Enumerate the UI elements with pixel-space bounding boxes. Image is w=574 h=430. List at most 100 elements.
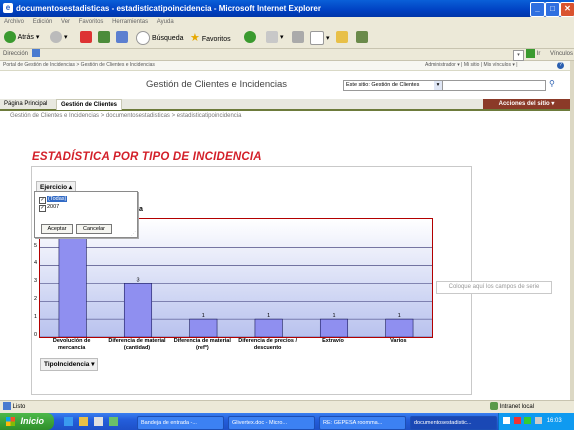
tab-gestion-clientes[interactable]: Gestión de Clientes: [56, 99, 123, 110]
minimize-button[interactable]: _: [530, 2, 545, 17]
bar-data-label: 1: [398, 313, 401, 319]
home-button[interactable]: [116, 31, 128, 45]
go-button[interactable]: Ir: [526, 49, 540, 60]
portal-breadcrumb-text[interactable]: Portal de Gestión de Incidencias > Gesti…: [3, 62, 155, 68]
cancel-button[interactable]: Cancelar: [76, 224, 112, 234]
vertical-scrollbar[interactable]: [570, 61, 574, 400]
go-arrow-icon: [526, 49, 535, 58]
bar[interactable]: [385, 318, 414, 337]
option-2007-label[interactable]: 2007: [47, 204, 59, 210]
bar[interactable]: [123, 283, 153, 337]
app-quicklaunch-icon[interactable]: [108, 417, 118, 426]
site-actions-menu[interactable]: Acciones del sitio ▾: [483, 99, 570, 109]
y-tick-label: 1: [33, 314, 37, 321]
x-tick-label: Diferencia de precios / descuento: [238, 338, 297, 351]
menu-bar: Archivo Edición Ver Favoritos Herramient…: [0, 17, 574, 28]
task-glivertex-doc[interactable]: Glivertex.doc - Micro...: [228, 416, 315, 430]
bar-data-label: 1: [202, 313, 205, 319]
forward-button[interactable]: ▾: [50, 31, 67, 45]
x-tick-label: Diferencia de material (cantidad): [108, 338, 166, 351]
ie-quicklaunch-icon[interactable]: [64, 417, 73, 426]
status-bar: Listo Intranet local: [0, 400, 574, 414]
star-icon: ★: [190, 32, 200, 44]
task-bandeja-entrada[interactable]: Bandeja de entrada -...: [137, 416, 224, 430]
history-button[interactable]: [244, 31, 256, 45]
close-button[interactable]: ✕: [560, 2, 574, 17]
tray-icon[interactable]: [503, 416, 510, 424]
tray-icon[interactable]: [513, 416, 521, 424]
bar[interactable]: [58, 229, 87, 337]
favorites-button[interactable]: ★ Favoritos: [190, 31, 231, 45]
address-dropdown-icon[interactable]: ▾: [513, 50, 524, 61]
folder-button[interactable]: [336, 31, 348, 45]
messenger-icon: [356, 31, 368, 44]
address-label: Dirección: [3, 51, 29, 57]
windows-logo-icon: [6, 417, 15, 427]
stop-icon: [80, 31, 92, 44]
edit-button[interactable]: ▾: [310, 31, 329, 45]
address-bar: Dirección ▾ Ir Vínculos: [0, 49, 574, 61]
axis-field-tipoincidencia[interactable]: TipoIncidencia ▾: [40, 358, 99, 371]
print-button[interactable]: [292, 31, 304, 45]
stop-button[interactable]: [80, 31, 92, 45]
bar[interactable]: [189, 318, 218, 337]
resize-grip-icon[interactable]: ⋰: [131, 231, 136, 237]
site-title[interactable]: Gestión de Clientes e Incidencias: [146, 79, 287, 90]
quick-launch: [62, 416, 124, 428]
outlook-quicklaunch-icon[interactable]: [93, 417, 103, 426]
window-title-bar: e documentosestadisticas - estadisticati…: [0, 0, 574, 17]
search-icon: [136, 31, 150, 45]
zone-label: Intranet local: [499, 404, 535, 410]
menu-ver[interactable]: Ver: [61, 19, 70, 25]
checkbox-2007[interactable]: ✓: [39, 205, 46, 212]
y-tick-label: 3: [33, 278, 37, 285]
mail-button[interactable]: ▾: [266, 31, 283, 45]
task-documentosestadisticas[interactable]: documentosestadistic...: [410, 416, 497, 430]
page-title: ESTADÍSTICA POR TIPO DE INCIDENCIA: [32, 151, 262, 163]
help-icon[interactable]: ?: [557, 62, 564, 69]
refresh-icon: [98, 31, 110, 44]
task-label: Glivertex.doc - Micro...: [232, 420, 288, 426]
task-re-gepesa[interactable]: RE: GEPESA roomma...: [319, 416, 406, 430]
search-go-icon[interactable]: ⚲: [549, 79, 555, 88]
tray-icon[interactable]: [535, 416, 543, 424]
breadcrumb[interactable]: Gestión de Clientes e Incidencias > docu…: [10, 113, 241, 119]
home-icon: [116, 31, 128, 44]
y-tick-label: 5: [33, 242, 37, 249]
user-links[interactable]: Administrador ▾ | Mi sitio | Mis vínculo…: [425, 61, 518, 70]
back-button[interactable]: Atrás ▾: [4, 31, 39, 45]
bar[interactable]: [254, 318, 283, 337]
search-scope-select[interactable]: Este sitio: Gestión de Clientes ▾: [343, 80, 443, 91]
back-arrow-icon: [4, 31, 16, 44]
search-button[interactable]: Búsqueda: [136, 31, 183, 45]
task-label: RE: GEPESA roomma...: [323, 420, 383, 426]
x-tick-label: Diferencia de material (refª): [173, 338, 231, 351]
checkbox-todas[interactable]: ✓: [39, 197, 46, 204]
x-axis: Devolución de mercancía Diferencia de mat…: [39, 337, 431, 357]
tray-icon[interactable]: [524, 416, 532, 424]
menu-ayuda[interactable]: Ayuda: [157, 19, 174, 25]
menu-herramientas[interactable]: Herramientas: [112, 19, 148, 25]
messenger-button[interactable]: [356, 31, 368, 45]
bar-data-label: 1: [332, 313, 335, 319]
task-label: documentosestadistic...: [414, 420, 472, 426]
start-label: Inicio: [20, 416, 45, 426]
maximize-button[interactable]: □: [545, 2, 560, 17]
desktop-quicklaunch-icon[interactable]: [78, 417, 88, 426]
menu-favoritos[interactable]: Favoritos: [79, 19, 104, 25]
series-drop-zone[interactable]: Coloque aquí los campos de serie: [436, 281, 552, 294]
links-label[interactable]: Vínculos: [550, 49, 573, 60]
accept-button[interactable]: Aceptar: [41, 224, 73, 234]
search-input[interactable]: [442, 80, 546, 91]
menu-edicion[interactable]: Edición: [33, 19, 53, 25]
forward-arrow-icon: [50, 31, 62, 44]
mail-icon: [266, 31, 278, 44]
option-todas-label[interactable]: (Todas): [47, 196, 68, 202]
bar[interactable]: [319, 318, 349, 337]
refresh-button[interactable]: [98, 31, 110, 45]
menu-archivo[interactable]: Archivo: [4, 19, 24, 25]
status-text: Listo: [12, 404, 26, 410]
start-button[interactable]: Inicio: [0, 413, 54, 430]
folder-icon: [336, 31, 348, 44]
tab-pagina-principal[interactable]: Página Principal: [0, 99, 51, 109]
